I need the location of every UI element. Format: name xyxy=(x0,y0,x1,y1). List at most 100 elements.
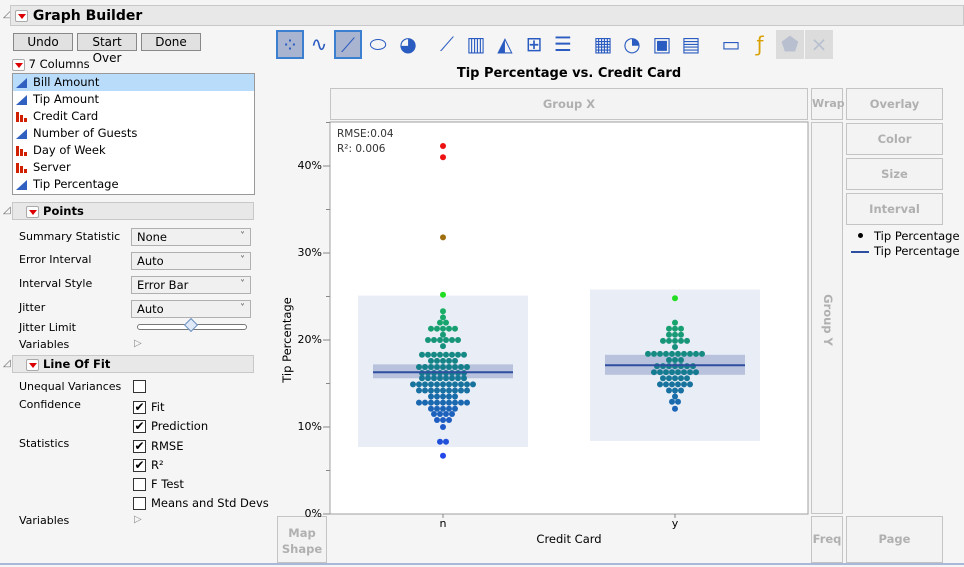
data-point xyxy=(440,363,446,370)
data-point xyxy=(422,399,428,406)
data-point xyxy=(416,363,422,370)
data-point xyxy=(681,369,687,376)
data-point xyxy=(666,375,672,382)
data-point xyxy=(449,375,455,382)
y-tick-label: 40% xyxy=(297,159,322,172)
data-point xyxy=(437,337,443,343)
data-point xyxy=(422,363,428,370)
data-point xyxy=(443,351,449,358)
data-point xyxy=(678,331,684,338)
data-point xyxy=(449,410,455,417)
data-point xyxy=(470,381,476,388)
data-point xyxy=(425,337,431,343)
data-point xyxy=(452,399,458,406)
data-point xyxy=(428,405,434,412)
data-point xyxy=(419,351,425,358)
data-point xyxy=(416,399,422,406)
data-point xyxy=(452,381,458,388)
data-point xyxy=(455,351,461,358)
data-point xyxy=(452,387,458,394)
data-point xyxy=(693,350,699,357)
data-point xyxy=(410,381,416,388)
data-point xyxy=(452,357,458,364)
r2-annotation: R²: 0.006 xyxy=(337,143,386,155)
data-point xyxy=(675,381,681,388)
data-point xyxy=(464,363,470,370)
y-tick-label: 10% xyxy=(297,420,322,433)
y-tick-label: 0% xyxy=(304,507,322,520)
data-point xyxy=(663,369,669,376)
data-point xyxy=(431,375,437,382)
data-point xyxy=(440,357,446,364)
data-point xyxy=(681,350,687,357)
data-point xyxy=(666,331,672,338)
data-point xyxy=(440,343,446,350)
data-point xyxy=(678,357,684,364)
data-point xyxy=(449,351,455,358)
data-point xyxy=(452,363,458,370)
data-point xyxy=(464,381,470,388)
data-point xyxy=(645,350,651,357)
data-point xyxy=(440,308,446,315)
data-point xyxy=(675,369,681,376)
data-point xyxy=(672,357,678,364)
data-point xyxy=(434,325,440,332)
data-point xyxy=(672,343,678,350)
data-point xyxy=(657,350,663,357)
data-point xyxy=(666,337,672,344)
data-point xyxy=(428,387,434,394)
data-point xyxy=(440,234,446,241)
data-point xyxy=(434,417,440,424)
data-point xyxy=(672,319,678,326)
data-point xyxy=(440,424,446,430)
data-point xyxy=(434,363,440,370)
data-point xyxy=(672,337,678,344)
data-point xyxy=(440,393,446,400)
data-point xyxy=(428,393,434,400)
data-point xyxy=(437,438,443,445)
data-point xyxy=(651,369,657,376)
data-point xyxy=(675,398,681,405)
data-point xyxy=(440,452,446,459)
data-point xyxy=(666,357,672,364)
data-point xyxy=(443,319,449,326)
plot-area[interactable] xyxy=(0,0,964,567)
data-point xyxy=(422,381,428,388)
data-point xyxy=(455,375,461,382)
data-point xyxy=(669,369,675,376)
data-point xyxy=(651,350,657,357)
data-point xyxy=(672,405,678,412)
data-point xyxy=(425,375,431,382)
data-point xyxy=(434,405,440,412)
data-point xyxy=(660,375,666,382)
data-point xyxy=(684,375,690,382)
data-point xyxy=(419,375,425,382)
data-point xyxy=(687,350,693,357)
data-point xyxy=(428,357,434,364)
data-point xyxy=(669,398,675,405)
data-point xyxy=(434,357,440,364)
y-tick-label: 30% xyxy=(297,246,322,259)
data-point xyxy=(437,351,443,358)
data-point xyxy=(443,438,449,445)
data-point xyxy=(440,291,446,298)
data-point xyxy=(684,337,690,344)
data-point xyxy=(446,357,452,364)
data-point xyxy=(428,399,434,406)
x-tick-label: y xyxy=(671,517,679,530)
data-point xyxy=(678,375,684,382)
data-point xyxy=(446,381,452,388)
data-point xyxy=(416,381,422,388)
data-point xyxy=(464,387,470,394)
data-point xyxy=(452,325,458,332)
data-point xyxy=(440,405,446,412)
data-point xyxy=(672,393,678,400)
data-point xyxy=(660,337,666,344)
data-point xyxy=(443,410,449,417)
data-point xyxy=(672,331,678,338)
data-point xyxy=(678,325,684,332)
data-point xyxy=(437,375,443,382)
data-point xyxy=(458,381,464,388)
data-point xyxy=(431,410,437,417)
data-point xyxy=(440,381,446,388)
